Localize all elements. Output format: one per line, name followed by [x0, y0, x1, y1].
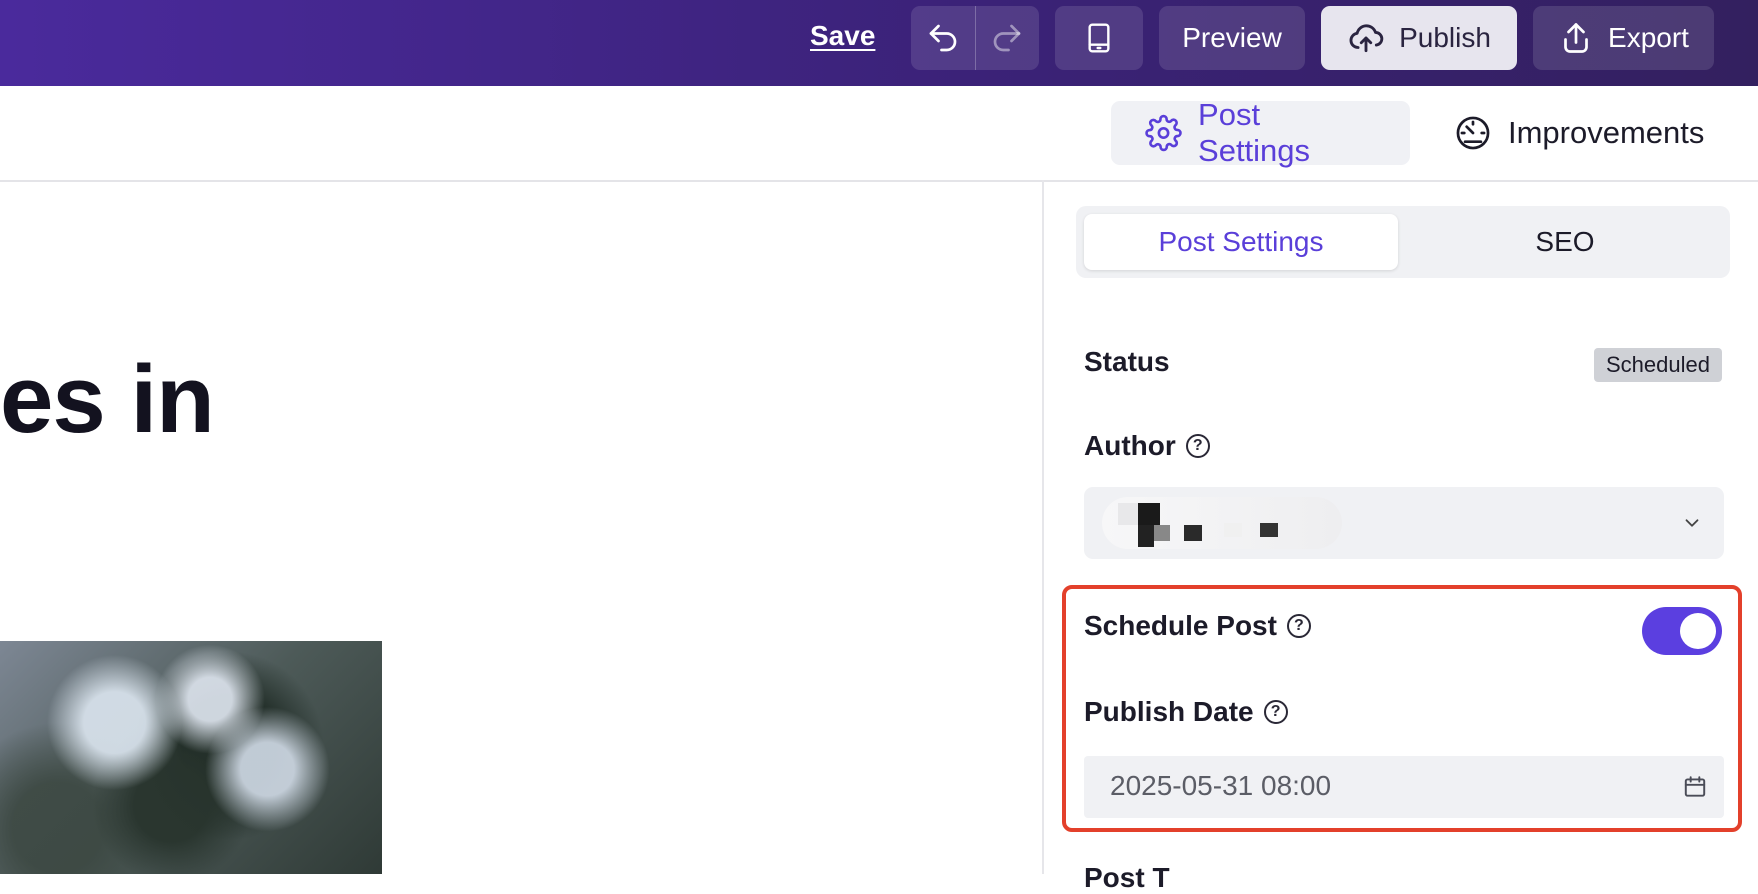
chevron-down-icon — [1678, 509, 1706, 537]
cloud-upload-icon — [1349, 24, 1384, 53]
segment-post-settings[interactable]: Post Settings — [1084, 214, 1398, 270]
publish-button[interactable]: Publish — [1321, 6, 1517, 70]
editor-subheader: Post Settings Improvements — [0, 86, 1758, 182]
undo-icon — [929, 24, 957, 52]
undo-button[interactable] — [911, 6, 975, 70]
schedule-post-label: Schedule Post ? — [1084, 610, 1311, 642]
schedule-post-toggle[interactable] — [1642, 607, 1722, 655]
status-badge: Scheduled — [1594, 348, 1722, 382]
segment-seo[interactable]: SEO — [1408, 214, 1722, 270]
tab-improvements-label: Improvements — [1508, 115, 1705, 150]
publish-date-value: 2025-05-31 08:00 — [1110, 770, 1332, 801]
publish-date-label-text: Publish Date — [1084, 696, 1254, 727]
author-select[interactable] — [1084, 487, 1724, 559]
export-label: Export — [1608, 22, 1689, 53]
author-label-text: Author — [1084, 430, 1176, 461]
preview-button[interactable]: Preview — [1159, 6, 1305, 70]
status-label-text: Status — [1084, 346, 1170, 377]
featured-image[interactable] — [0, 641, 382, 874]
panel-divider — [1042, 180, 1044, 874]
undo-redo-group — [911, 6, 1039, 70]
tab-post-settings-label: Post Settings — [1198, 97, 1311, 168]
redo-icon — [993, 24, 1021, 52]
tablet-icon — [1088, 23, 1110, 53]
publish-date-label: Publish Date ? — [1084, 696, 1288, 728]
post-type-label: Post T — [1084, 862, 1170, 893]
author-redacted — [1102, 497, 1342, 549]
help-icon[interactable]: ? — [1286, 614, 1311, 638]
redo-button[interactable] — [976, 6, 1040, 70]
help-icon[interactable]: ? — [1263, 700, 1288, 724]
device-preview-button[interactable] — [1055, 6, 1143, 70]
publish-date-input[interactable]: 2025-05-31 08:00 — [1084, 756, 1724, 818]
help-icon[interactable]: ? — [1185, 434, 1210, 458]
toggle-knob — [1680, 613, 1716, 649]
schedule-post-label-text: Schedule Post — [1084, 610, 1277, 641]
gear-icon — [1145, 114, 1182, 152]
publish-label: Publish — [1399, 22, 1491, 53]
author-label: Author ? — [1084, 430, 1210, 462]
export-button[interactable]: Export — [1533, 6, 1714, 70]
tab-improvements[interactable]: Improvements — [1438, 101, 1738, 165]
post-title[interactable]: es in — [0, 352, 215, 448]
calendar-icon[interactable] — [1680, 772, 1710, 802]
status-label: Status — [1084, 346, 1170, 378]
export-icon — [1564, 23, 1588, 53]
gauge-icon — [1456, 116, 1490, 150]
settings-segmented-control: Post Settings SEO — [1076, 206, 1730, 278]
top-toolbar: Save Preview Publish Export — [0, 0, 1758, 86]
tab-post-settings[interactable]: Post Settings — [1111, 97, 1410, 168]
save-button[interactable]: Save — [810, 20, 875, 52]
